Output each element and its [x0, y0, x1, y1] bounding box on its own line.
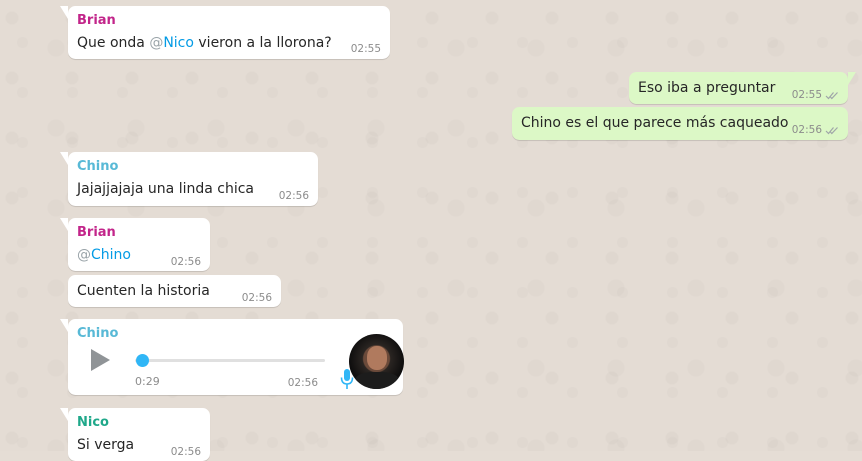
avatar[interactable]	[349, 334, 404, 389]
message-time: 02:56	[287, 377, 318, 389]
mention-link[interactable]: Nico	[163, 35, 194, 51]
message-text: Que onda @Nico vieron a la llorona?	[77, 35, 332, 51]
mention-at-symbol: @	[77, 247, 91, 263]
message-bubble-incoming[interactable]: Brian @Chino 02:56	[60, 218, 210, 271]
double-check-icon	[825, 91, 838, 99]
mic-icon	[340, 369, 354, 389]
message-time: 02:56	[170, 256, 201, 268]
message-text-prefix: Que onda	[77, 35, 150, 51]
message-bubble-incoming[interactable]: Chino Jajajjajaja una linda chica 02:56	[60, 152, 318, 206]
message-meta: 02:55	[792, 89, 839, 101]
message-time: 02:56	[241, 292, 272, 304]
sender-name[interactable]: Brian	[77, 225, 116, 240]
audio-duration: 0:29	[135, 375, 160, 388]
sender-name[interactable]: Chino	[77, 326, 118, 341]
voice-note-bubble[interactable]: Chino 0:29 02:56	[60, 319, 404, 395]
sender-name[interactable]: Chino	[77, 159, 118, 174]
message-text: Cuenten la historia	[77, 283, 210, 299]
message-time: 02:55	[350, 43, 381, 55]
message-text: Chino es el que parece más caqueado	[521, 115, 789, 131]
message-text: Eso iba a preguntar	[638, 80, 776, 96]
audio-progress-track[interactable]	[135, 359, 325, 362]
message-bubble-incoming[interactable]: Nico Si verga 02:56	[60, 408, 210, 461]
message-meta: 02:56	[792, 124, 839, 136]
audio-progress-knob[interactable]	[136, 354, 149, 367]
message-text: @Chino	[77, 247, 131, 263]
message-bubble-outgoing[interactable]: Chino es el que parece más caqueado 02:5…	[512, 107, 848, 140]
sender-name[interactable]: Nico	[77, 415, 109, 430]
play-icon[interactable]	[91, 349, 110, 371]
mention-at-symbol: @	[149, 35, 164, 51]
message-text-suffix: vieron a la llorona?	[193, 35, 332, 51]
avatar-shirt	[355, 372, 399, 389]
message-text: Jajajjajaja una linda chica	[77, 181, 255, 197]
message-bubble-incoming[interactable]: Brian Que onda @Nico vieron a la llorona…	[60, 6, 390, 59]
message-time: 02:56	[791, 124, 822, 136]
message-time: 02:56	[278, 190, 309, 202]
double-check-icon	[825, 126, 838, 134]
sender-name[interactable]: Brian	[77, 13, 116, 28]
mention-link[interactable]: Chino	[91, 247, 131, 263]
message-time: 02:56	[170, 446, 201, 458]
message-bubble-outgoing[interactable]: Eso iba a preguntar 02:55	[629, 72, 856, 104]
message-time: 02:55	[791, 89, 822, 101]
avatar-face	[367, 346, 387, 370]
message-bubble-incoming[interactable]: Cuenten la historia 02:56	[68, 275, 281, 307]
